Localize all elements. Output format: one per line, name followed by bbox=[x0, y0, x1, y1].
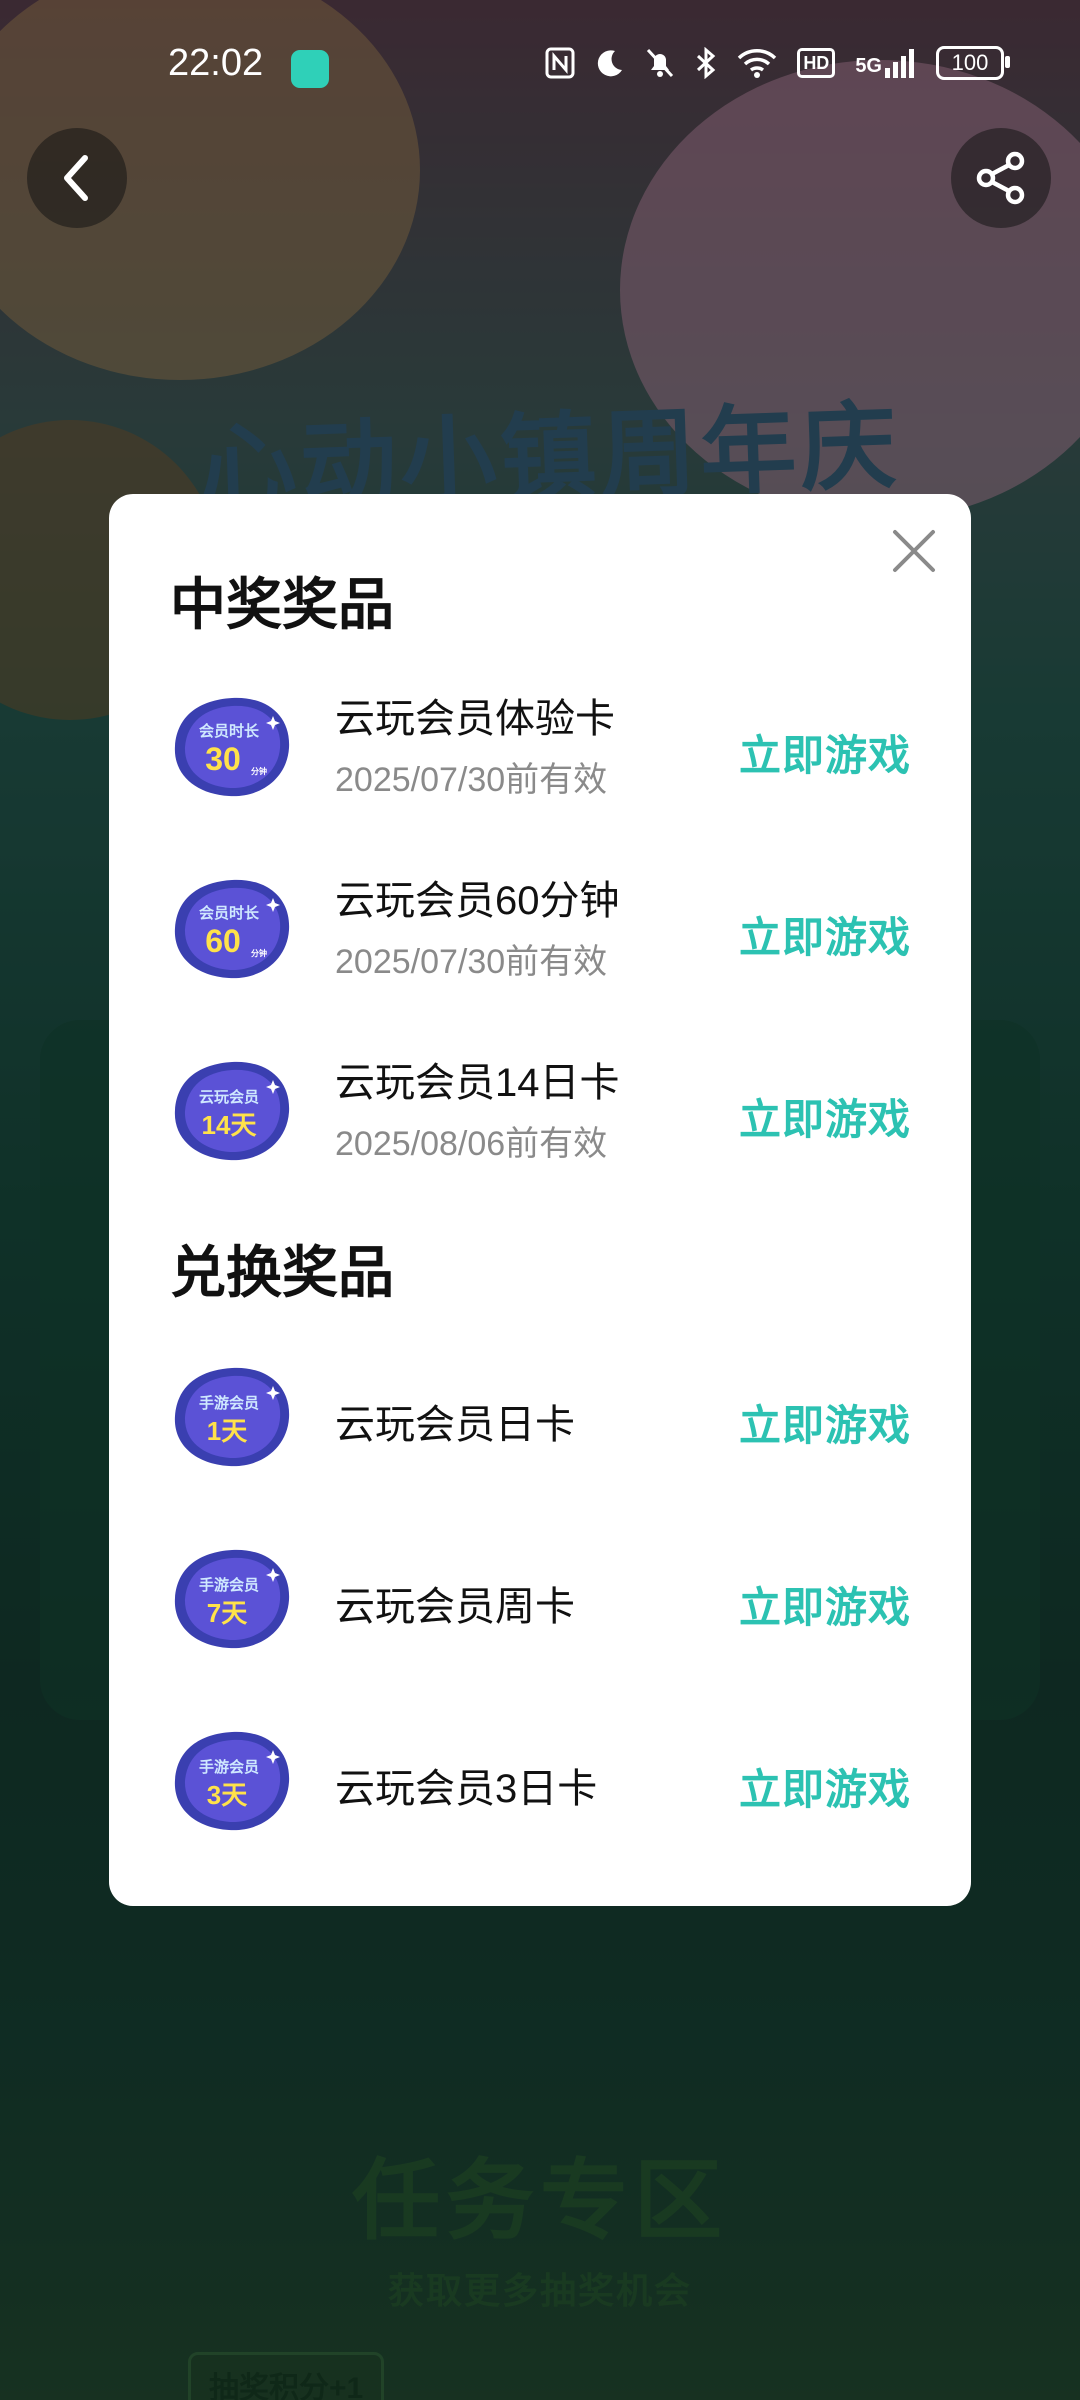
battery-indicator: 100 bbox=[936, 46, 1010, 80]
prize-name: 云玩会员3日卡 bbox=[335, 1767, 598, 1811]
status-time: 22:02 bbox=[168, 42, 264, 84]
badge-top-text: 会员时长 bbox=[199, 722, 260, 740]
bluetooth-icon bbox=[697, 47, 716, 79]
badge-value-text: 7天 bbox=[207, 1598, 247, 1628]
app-notification-icon bbox=[291, 50, 329, 88]
mobile-game-3day-badge-icon: 手游会员 3天 bbox=[174, 1731, 290, 1831]
badge-value-text: 30 bbox=[205, 741, 241, 777]
network-type: 5G bbox=[855, 55, 882, 77]
prize-name: 云玩会员60分钟 bbox=[335, 879, 620, 923]
badge-value-text: 60 bbox=[205, 923, 241, 959]
badge-top-text: 手游会员 bbox=[199, 1758, 259, 1776]
hd-badge: HD bbox=[797, 48, 836, 78]
badge-value-text: 3天 bbox=[207, 1780, 247, 1810]
badge-top-text: 手游会员 bbox=[199, 1576, 259, 1594]
won-prize-item: 云玩会员 14天 云玩会员14日卡 2025/08/06前有效 立即游戏 bbox=[109, 1046, 971, 1176]
badge-unit-text: 分钟 bbox=[251, 766, 267, 776]
prize-validity: 2025/07/30前有效 bbox=[335, 761, 608, 799]
play-now-button[interactable]: 立即游戏 bbox=[739, 1574, 911, 1635]
play-now-button[interactable]: 立即游戏 bbox=[739, 1392, 911, 1453]
redeem-prizes-title: 兑换奖品 bbox=[170, 1241, 394, 1304]
won-prize-item: 会员时长 30 分钟 云玩会员体验卡 2025/07/30前有效 立即游戏 bbox=[109, 682, 971, 812]
won-prizes-title: 中奖奖品 bbox=[170, 573, 394, 636]
play-now-button[interactable]: 立即游戏 bbox=[739, 1756, 911, 1817]
badge-top-text: 云玩会员 bbox=[199, 1088, 259, 1106]
battery-level: 100 bbox=[951, 50, 989, 75]
membership-14day-badge-icon: 云玩会员 14天 bbox=[174, 1061, 290, 1161]
prize-name: 云玩会员14日卡 bbox=[335, 1061, 620, 1105]
wifi-icon bbox=[738, 49, 777, 78]
redeem-prize-item: 手游会员 1天 云玩会员日卡 立即游戏 bbox=[109, 1352, 971, 1482]
prize-name: 云玩会员体验卡 bbox=[335, 697, 615, 741]
prize-name: 云玩会员日卡 bbox=[335, 1403, 575, 1447]
prizes-modal: 中奖奖品 会员时长 30 分钟 云玩会员体验卡 2025/07/30前有效 立即… bbox=[109, 494, 971, 1906]
prize-name: 云玩会员周卡 bbox=[335, 1585, 575, 1629]
badge-top-text: 手游会员 bbox=[199, 1394, 259, 1412]
share-icon bbox=[976, 151, 1025, 205]
play-now-button[interactable]: 立即游戏 bbox=[739, 1086, 911, 1147]
signal-icon bbox=[885, 49, 914, 78]
badge-unit-text: 分钟 bbox=[251, 948, 267, 958]
membership-60min-badge-icon: 会员时长 60 分钟 bbox=[174, 879, 290, 979]
play-now-button[interactable]: 立即游戏 bbox=[739, 904, 911, 965]
nfc-icon bbox=[545, 47, 575, 79]
won-prize-item: 会员时长 60 分钟 云玩会员60分钟 2025/07/30前有效 立即游戏 bbox=[109, 864, 971, 994]
mobile-game-7day-badge-icon: 手游会员 7天 bbox=[174, 1549, 290, 1649]
bell-off-icon bbox=[647, 48, 674, 78]
prize-validity: 2025/08/06前有效 bbox=[335, 1125, 608, 1163]
membership-30min-badge-icon: 会员时长 30 分钟 bbox=[174, 697, 290, 797]
badge-value-text: 14天 bbox=[202, 1110, 257, 1140]
redeem-prize-item: 手游会员 3天 云玩会员3日卡 立即游戏 bbox=[109, 1716, 971, 1846]
badge-value-text: 1天 bbox=[207, 1416, 247, 1446]
close-icon[interactable] bbox=[891, 528, 937, 574]
prize-validity: 2025/07/30前有效 bbox=[335, 943, 608, 981]
back-button[interactable] bbox=[27, 128, 127, 228]
badge-top-text: 会员时长 bbox=[199, 904, 260, 922]
moon-icon bbox=[598, 50, 623, 77]
play-now-button[interactable]: 立即游戏 bbox=[739, 722, 911, 783]
mobile-game-1day-badge-icon: 手游会员 1天 bbox=[174, 1367, 290, 1467]
redeem-prize-item: 手游会员 7天 云玩会员周卡 立即游戏 bbox=[109, 1534, 971, 1664]
status-bar: 22:02 HD 5G 100 bbox=[0, 0, 1080, 136]
share-button[interactable] bbox=[951, 128, 1051, 228]
back-arrow-icon bbox=[64, 155, 88, 201]
